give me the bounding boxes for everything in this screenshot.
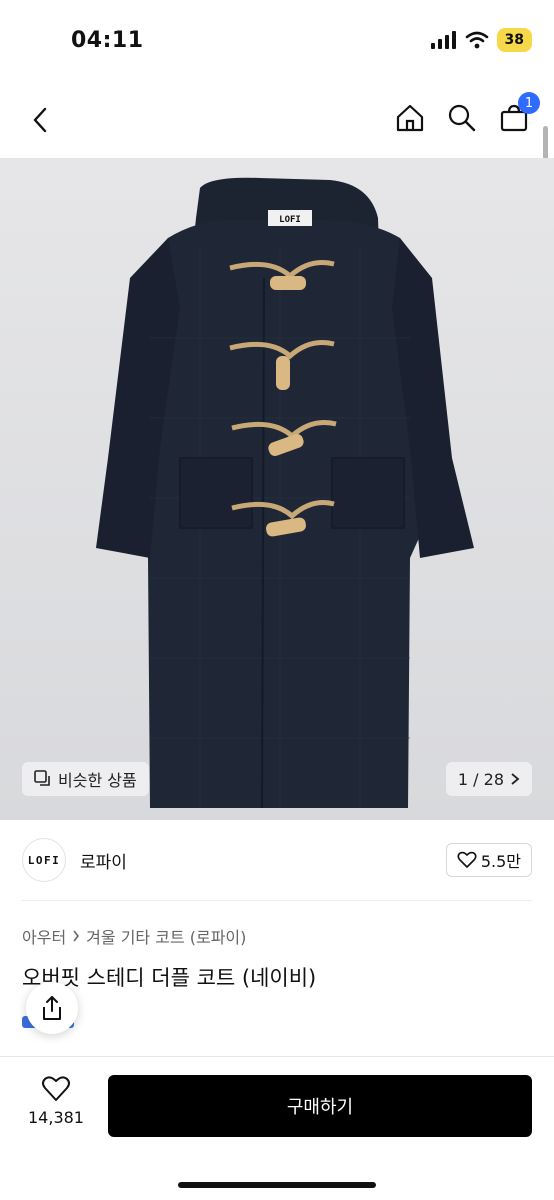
chevron-right-icon [73, 930, 80, 942]
cart-count-badge: 1 [518, 92, 540, 114]
divider [22, 900, 532, 901]
home-icon [396, 104, 424, 132]
wifi-icon [465, 31, 488, 49]
battery-indicator: 38 [496, 28, 532, 52]
cart-button[interactable]: 1 [496, 92, 540, 136]
product-image-carousel[interactable]: LOFI 비슷한 상품 1 / 28 [0, 158, 554, 820]
brand-like-button[interactable]: 5.5만 [445, 843, 532, 877]
home-indicator [178, 1182, 376, 1188]
image-pager[interactable]: 1 / 28 [445, 762, 532, 796]
heart-icon [42, 1076, 70, 1101]
chevron-right-icon [511, 773, 520, 785]
brand-row[interactable]: LOFI 로파이 5.5만 [22, 834, 532, 886]
chevron-left-icon [33, 107, 47, 133]
image-pager-count: 1 / 28 [457, 769, 504, 789]
coat-image: LOFI [96, 177, 474, 809]
garment-label-text: LOFI [279, 215, 301, 225]
brand-logo[interactable]: LOFI [22, 838, 66, 882]
breadcrumb: 아우터 겨울 기타 코트 (로파이) [22, 924, 246, 948]
search-button[interactable] [444, 100, 480, 136]
signal-icon [430, 31, 456, 49]
similar-products-label: 비슷한 상품 [58, 771, 137, 790]
share-icon [43, 996, 61, 1020]
status-icons: 38 [430, 28, 532, 52]
breadcrumb-item[interactable]: 겨울 기타 코트 (로파이) [86, 924, 246, 948]
nav-bar: 1 [0, 82, 554, 158]
back-button[interactable] [22, 102, 58, 138]
buy-button[interactable]: 구매하기 [108, 1075, 532, 1137]
home-button[interactable] [392, 100, 428, 136]
brand-like-count: 5.5만 [480, 852, 521, 871]
status-bar: 04:11 38 [0, 0, 554, 82]
wishlist-count: 14,381 [28, 1108, 84, 1127]
bottom-action-bar: 14,381 구매하기 [0, 1056, 554, 1200]
status-time: 04:11 [71, 28, 144, 53]
share-button[interactable] [26, 982, 78, 1034]
breadcrumb-item[interactable]: 아우터 [22, 924, 66, 948]
wishlist-button[interactable]: 14,381 [22, 1075, 90, 1127]
copy-icon [34, 770, 50, 786]
similar-products-button[interactable]: 비슷한 상품 [22, 762, 149, 796]
brand-name[interactable]: 로파이 [80, 848, 127, 873]
heart-icon [457, 851, 477, 868]
search-icon [448, 104, 476, 132]
